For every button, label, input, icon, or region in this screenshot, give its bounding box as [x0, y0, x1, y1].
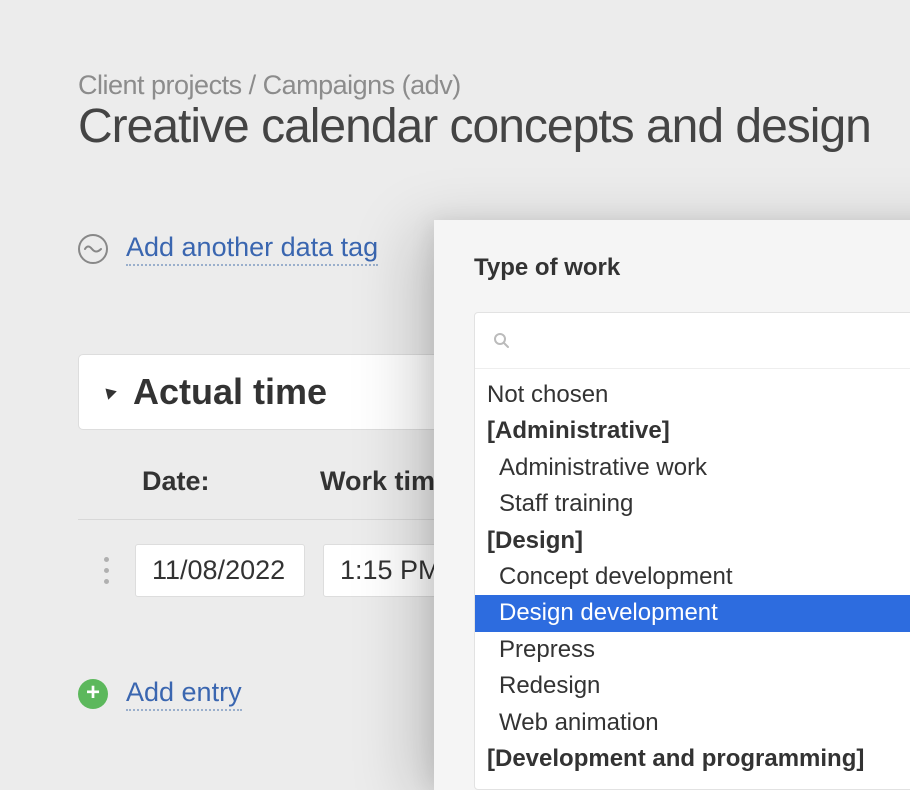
dropdown-group-label[interactable]: [Development and programming]	[475, 741, 910, 777]
dropdown-group-label[interactable]: [Administrative]	[475, 413, 910, 449]
page-title: Creative calendar concepts and design	[78, 99, 910, 154]
add-entry-link[interactable]: Add entry	[126, 677, 242, 711]
dropdown-search-input[interactable]	[519, 331, 910, 354]
column-header-date: Date:	[142, 466, 320, 497]
breadcrumb-segment[interactable]: Campaigns (adv)	[263, 70, 461, 100]
dropdown-title: Type of work	[434, 220, 910, 312]
search-icon	[493, 332, 509, 354]
breadcrumb-separator: /	[249, 70, 263, 100]
dropdown-option-selected[interactable]: Design development	[475, 595, 910, 631]
plus-icon	[78, 679, 108, 709]
breadcrumb[interactable]: Client projects / Campaigns (adv)	[78, 70, 910, 101]
dropdown-option[interactable]: Not chosen	[475, 377, 910, 413]
drag-handle-icon[interactable]	[104, 557, 109, 584]
dropdown-option[interactable]: Administrative work	[475, 450, 910, 486]
column-header-worktime: Work time	[320, 466, 450, 497]
tag-icon	[78, 234, 108, 264]
breadcrumb-segment[interactable]: Client projects	[78, 70, 242, 100]
dropdown-option[interactable]: Concept development	[475, 559, 910, 595]
dropdown-option[interactable]: Redesign	[475, 668, 910, 704]
type-of-work-dropdown: Type of work Not chosen [Administrative]…	[434, 220, 910, 790]
dropdown-option[interactable]: Prepress	[475, 632, 910, 668]
dropdown-option[interactable]: Web animation	[475, 705, 910, 741]
dropdown-options: Not chosen [Administrative] Administrati…	[475, 369, 910, 789]
section-title: Actual time	[133, 371, 327, 413]
dropdown-option[interactable]: Staff training	[475, 486, 910, 522]
add-data-tag-link[interactable]: Add another data tag	[126, 232, 378, 266]
collapse-triangle-icon	[101, 384, 117, 400]
dropdown-group-label[interactable]: [Design]	[475, 523, 910, 559]
date-field[interactable]: 11/08/2022	[135, 544, 305, 597]
